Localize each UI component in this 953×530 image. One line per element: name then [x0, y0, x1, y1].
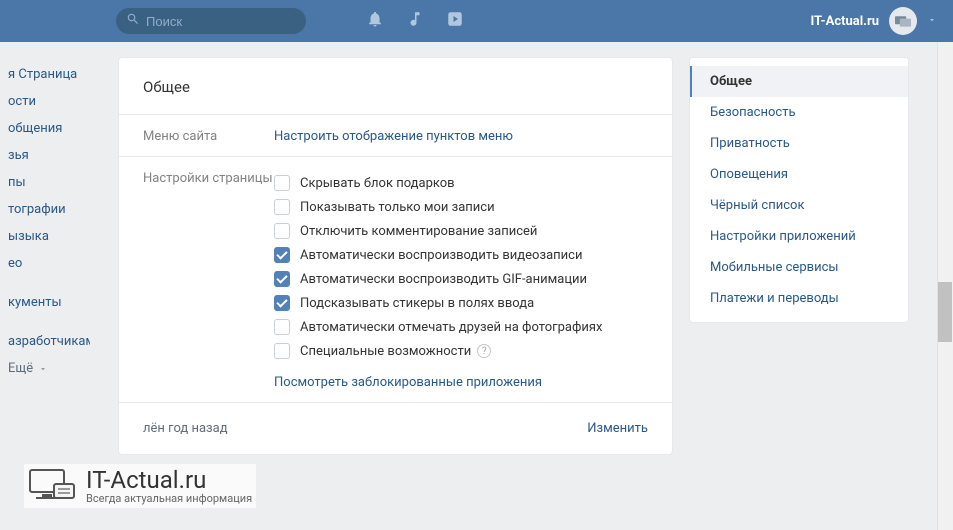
blocked-apps-link[interactable]: Посмотреть заблокированные приложения — [274, 375, 542, 390]
chevron-down-icon — [927, 14, 937, 29]
checkbox[interactable] — [274, 199, 290, 215]
settings-tabs: ОбщееБезопасностьПриватностьОповещенияЧё… — [689, 57, 909, 323]
nav-item[interactable]: пы — [8, 169, 90, 196]
nav-item[interactable]: кументы — [8, 289, 90, 316]
settings-tab[interactable]: Настройки приложений — [690, 221, 908, 252]
nav-item[interactable]: зья — [8, 142, 90, 169]
checkbox-label: Автоматически отмечать друзей на фотогра… — [300, 320, 602, 335]
monitor-icon — [28, 466, 76, 506]
checkbox-row[interactable]: Автоматически воспроизводить GIF-анимаци… — [274, 267, 672, 291]
change-link[interactable]: Изменить — [587, 421, 648, 436]
nav-item[interactable] — [8, 316, 90, 328]
menu-row: Меню сайта Настроить отображение пунктов… — [119, 115, 672, 156]
bell-icon[interactable] — [366, 10, 384, 32]
page-settings-label: Настройки страницы — [119, 171, 274, 390]
scrollbar[interactable] — [937, 42, 953, 530]
music-icon[interactable] — [406, 10, 424, 32]
checkbox[interactable] — [274, 343, 290, 359]
checkbox[interactable] — [274, 175, 290, 191]
nav-item[interactable]: азработчикам — [8, 328, 90, 355]
page-settings-row: Настройки страницы Скрывать блок подарко… — [119, 157, 672, 402]
checkbox-label: Подсказывать стикеры в полях ввода — [300, 296, 534, 311]
topbar: IT-Actual.ru — [0, 0, 953, 42]
checkbox-row[interactable]: Показывать только мои записи — [274, 195, 672, 219]
nav-item[interactable]: ызыка — [8, 223, 90, 250]
search-input[interactable] — [146, 14, 286, 29]
play-icon[interactable] — [446, 10, 464, 32]
nav-item[interactable]: ости — [8, 88, 90, 115]
avatar — [889, 7, 917, 35]
checkbox-row[interactable]: Автоматически отмечать друзей на фотогра… — [274, 315, 672, 339]
checkbox-row[interactable]: Подсказывать стикеры в полях ввода — [274, 291, 672, 315]
checkbox[interactable] — [274, 247, 290, 263]
watermark: IT-Actual.ru Всегда актуальная информаци… — [24, 464, 256, 508]
checkbox-label: Автоматически воспроизводить видеозаписи — [300, 248, 582, 263]
password-info: лён год назад — [143, 421, 228, 436]
search-box[interactable] — [116, 8, 306, 34]
username: IT-Actual.ru — [810, 14, 879, 29]
settings-title: Общее — [119, 58, 672, 114]
help-icon[interactable]: ? — [477, 344, 491, 358]
checkbox-label: Скрывать блок подарков — [300, 176, 455, 191]
settings-tab[interactable]: Мобильные сервисы — [690, 252, 908, 283]
checkbox[interactable] — [274, 223, 290, 239]
settings-tab[interactable]: Безопасность — [690, 97, 908, 128]
watermark-text: IT-Actual.ru Всегда актуальная информаци… — [86, 467, 252, 505]
settings-tab[interactable]: Общее — [690, 66, 908, 97]
nav-item[interactable]: тографии — [8, 196, 90, 223]
checkbox-label: Специальные возможности — [300, 344, 471, 359]
checkbox[interactable] — [274, 271, 290, 287]
settings-tab[interactable]: Оповещения — [690, 159, 908, 190]
checkbox-list: Скрывать блок подарков Показывать только … — [274, 171, 672, 390]
left-nav: я Страница ости общения зья пы тографии … — [0, 57, 90, 455]
checkbox-row[interactable]: Автоматически воспроизводить видеозаписи — [274, 243, 672, 267]
settings-tab[interactable]: Платежи и переводы — [690, 283, 908, 314]
configure-menu-link[interactable]: Настроить отображение пунктов меню — [274, 129, 513, 144]
user-menu[interactable]: IT-Actual.ru — [810, 7, 937, 35]
nav-item[interactable] — [8, 277, 90, 289]
password-row: лён год назад Изменить — [119, 403, 672, 454]
nav-item[interactable]: я Страница — [8, 61, 90, 88]
settings-panel: Общее Меню сайта Настроить отображение п… — [118, 57, 673, 455]
menu-label: Меню сайта — [119, 129, 274, 144]
checkbox-row[interactable]: Отключить комментирование записей — [274, 219, 672, 243]
settings-tab[interactable]: Чёрный список — [690, 190, 908, 221]
checkbox-row[interactable]: Скрывать блок подарков — [274, 171, 672, 195]
topbar-icons — [366, 10, 464, 32]
watermark-subtitle: Всегда актуальная информация — [86, 493, 252, 505]
checkbox[interactable] — [274, 319, 290, 335]
checkbox[interactable] — [274, 295, 290, 311]
nav-item[interactable]: ео — [8, 250, 90, 277]
search-icon — [126, 12, 140, 30]
checkbox-row[interactable]: Специальные возможности? — [274, 339, 672, 363]
checkbox-label: Показывать только мои записи — [300, 200, 495, 215]
nav-more[interactable]: Ещё — [8, 355, 90, 382]
content-container: я Страница ости общения зья пы тографии … — [0, 42, 953, 455]
scrollbar-thumb[interactable] — [938, 282, 952, 342]
checkbox-label: Автоматически воспроизводить GIF-анимаци… — [300, 272, 587, 287]
checkbox-label: Отключить комментирование записей — [300, 224, 537, 239]
settings-tab[interactable]: Приватность — [690, 128, 908, 159]
nav-item[interactable]: общения — [8, 115, 90, 142]
watermark-title: IT-Actual.ru — [86, 467, 252, 493]
